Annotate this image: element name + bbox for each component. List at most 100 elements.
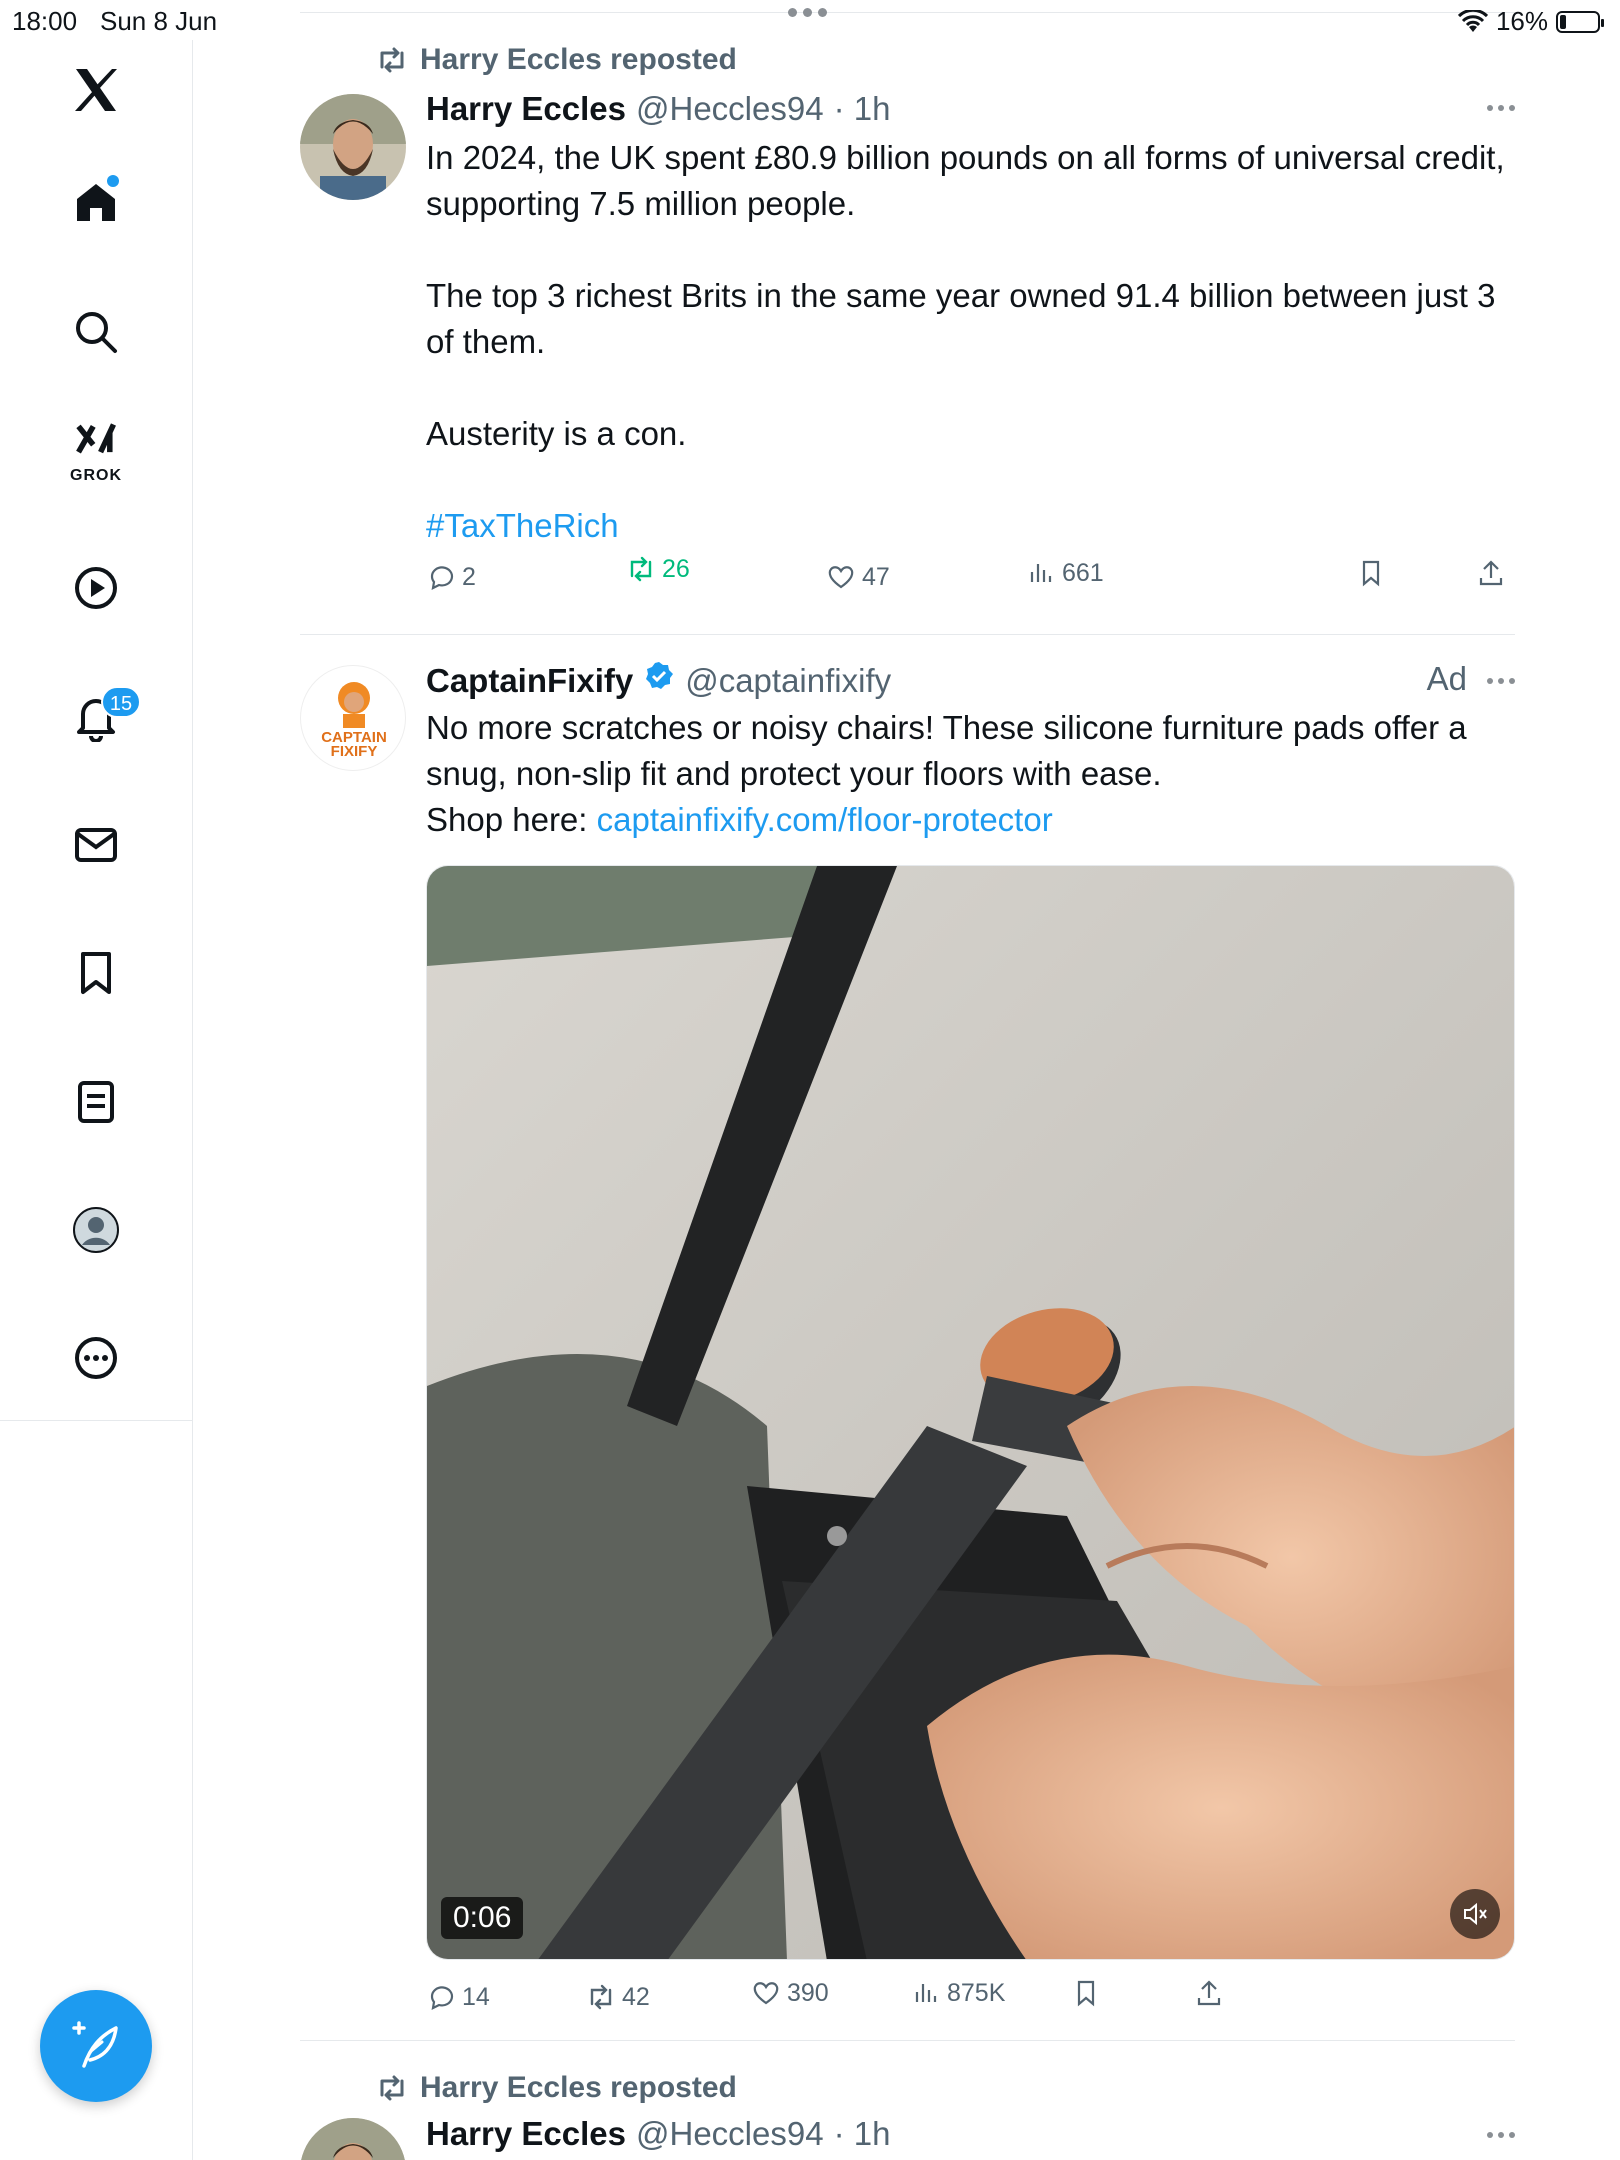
bookmark-icon (1362, 560, 1380, 587)
repost-text: Harry Eccles reposted (420, 2071, 737, 2104)
tweet-paragraph: No more scratches or noisy chairs! These… (426, 709, 1467, 792)
author-handle[interactable]: @Heccles94 (636, 90, 824, 128)
speaker-muted-icon (1464, 1902, 1487, 1926)
reply-icon (430, 1986, 454, 2010)
author-name[interactable]: Harry Eccles (426, 90, 626, 128)
like-button[interactable]: 47 (826, 562, 890, 592)
grok-label: GROK (70, 467, 122, 484)
nav-lists[interactable] (61, 1067, 131, 1137)
views-chart-icon (1030, 564, 1052, 582)
tweet-header: Harry Eccles @Heccles94 · 1h (426, 2115, 890, 2153)
more-options-icon[interactable] (1487, 678, 1515, 684)
shop-prefix: Shop here: (426, 801, 597, 838)
views-button[interactable]: 875K (911, 1978, 1005, 2008)
envelope-icon (75, 828, 117, 862)
repost-icon (630, 556, 652, 582)
nav-notifications[interactable]: 15 (61, 682, 141, 752)
view-count: 661 (1062, 558, 1104, 587)
video-frame (427, 866, 1514, 1959)
share-button[interactable] (1194, 1978, 1224, 2008)
compose-feather-icon (72, 2021, 118, 2068)
bookmark-button[interactable] (1071, 1978, 1101, 2008)
tweet-paragraph: Austerity is a con. (426, 415, 687, 452)
repost-text: Harry Eccles reposted (420, 43, 737, 76)
repost-icon (380, 47, 404, 73)
repost-count: 26 (662, 554, 690, 583)
nav-bookmarks[interactable] (61, 938, 131, 1008)
grok-icon (76, 423, 116, 454)
more-options-icon[interactable] (1487, 2132, 1515, 2138)
heart-icon (753, 1982, 779, 2005)
nav-more[interactable] (61, 1323, 131, 1393)
repost-indicator: Harry Eccles reposted (376, 40, 737, 80)
views-button[interactable]: 661 (1026, 558, 1104, 588)
x-logo-icon[interactable] (61, 55, 131, 125)
like-count: 47 (862, 562, 890, 591)
compose-button[interactable] (40, 1990, 152, 2102)
reply-count: 14 (462, 1982, 490, 2011)
tweet-paragraph: In 2024, the UK spent £80.9 billion poun… (426, 139, 1505, 222)
repost-icon (380, 2075, 404, 2101)
tweet-paragraph (426, 365, 1515, 411)
more-options-icon[interactable] (1487, 105, 1515, 111)
repost-indicator: Harry Eccles reposted (376, 2068, 737, 2108)
video-duration: 0:06 (441, 1897, 524, 1939)
shop-link[interactable]: captainfixify.com/floor-protector (597, 801, 1053, 838)
hashtag-link[interactable]: #TaxTheRich (426, 507, 619, 544)
avatar[interactable]: CAPTAIN FIXIFY (300, 665, 406, 771)
like-count: 390 (787, 1978, 829, 2007)
bookmark-icon (81, 952, 111, 994)
nav-profile[interactable] (61, 1195, 131, 1265)
tweet-actions: 2 26 47 661 (426, 555, 1503, 602)
author-name[interactable]: Harry Eccles (426, 2115, 626, 2153)
tweet-text: No more scratches or noisy chairs! These… (426, 705, 1515, 843)
battery-level (1560, 14, 1566, 29)
status-date: Sun 8 Jun (100, 6, 218, 36)
tweet-time[interactable]: · 1h (834, 2115, 891, 2153)
battery-icon (1556, 10, 1604, 33)
avatar[interactable] (300, 2118, 406, 2160)
avatar-text: FIXIFY (331, 743, 378, 760)
views-chart-icon (915, 1984, 937, 2002)
tweet-paragraph (426, 457, 1515, 503)
share-icon (1479, 560, 1503, 586)
mute-button[interactable] (1450, 1889, 1500, 1939)
multitasking-dots-icon[interactable] (788, 8, 827, 17)
repost-count: 42 (622, 1982, 650, 2011)
nav-grok[interactable]: GROK (61, 415, 131, 485)
bookmark-button[interactable] (1356, 558, 1386, 588)
video-player[interactable]: 0:06 (426, 865, 1515, 1960)
avatar[interactable] (300, 94, 406, 200)
status-bar: 18:00 Sun 8 Jun 16% (0, 0, 1620, 40)
play-icon (75, 567, 117, 609)
reply-button[interactable]: 2 (426, 562, 476, 592)
heart-icon (828, 566, 854, 589)
bookmark-icon (1077, 1980, 1095, 2007)
status-time: 18:00 (12, 6, 78, 36)
repost-button[interactable]: 26 (626, 554, 690, 584)
reply-count: 2 (462, 562, 476, 591)
profile-avatar-icon (73, 1207, 119, 1253)
view-count: 875K (947, 1978, 1006, 2007)
share-button[interactable] (1476, 558, 1506, 588)
tweet-time[interactable]: · 1h (834, 90, 891, 128)
home-unread-dot (107, 175, 119, 187)
nav-home[interactable] (61, 167, 131, 237)
verified-badge-icon (646, 662, 674, 689)
nav-explore[interactable] (61, 297, 131, 367)
tweet-header: Harry Eccles @Heccles94 · 1h (426, 90, 890, 128)
author-name[interactable]: CaptainFixify (426, 662, 633, 700)
tweet-actions: 14 42 390 875K (426, 1979, 1406, 2022)
author-handle[interactable]: @captainfixify (685, 662, 891, 700)
like-button[interactable]: 390 (751, 1978, 829, 2008)
tweet-header: CaptainFixify @captainfixify (426, 660, 891, 700)
nav-video[interactable] (61, 553, 131, 623)
tweet-divider (300, 634, 1515, 635)
repost-button[interactable]: 42 (586, 1982, 650, 2012)
reply-button[interactable]: 14 (426, 1982, 490, 2012)
reply-icon (430, 566, 454, 590)
author-handle[interactable]: @Heccles94 (636, 2115, 824, 2153)
more-circle-icon (75, 1337, 117, 1379)
sidebar: GROK 15 (0, 40, 193, 2160)
nav-messages[interactable] (61, 810, 131, 880)
